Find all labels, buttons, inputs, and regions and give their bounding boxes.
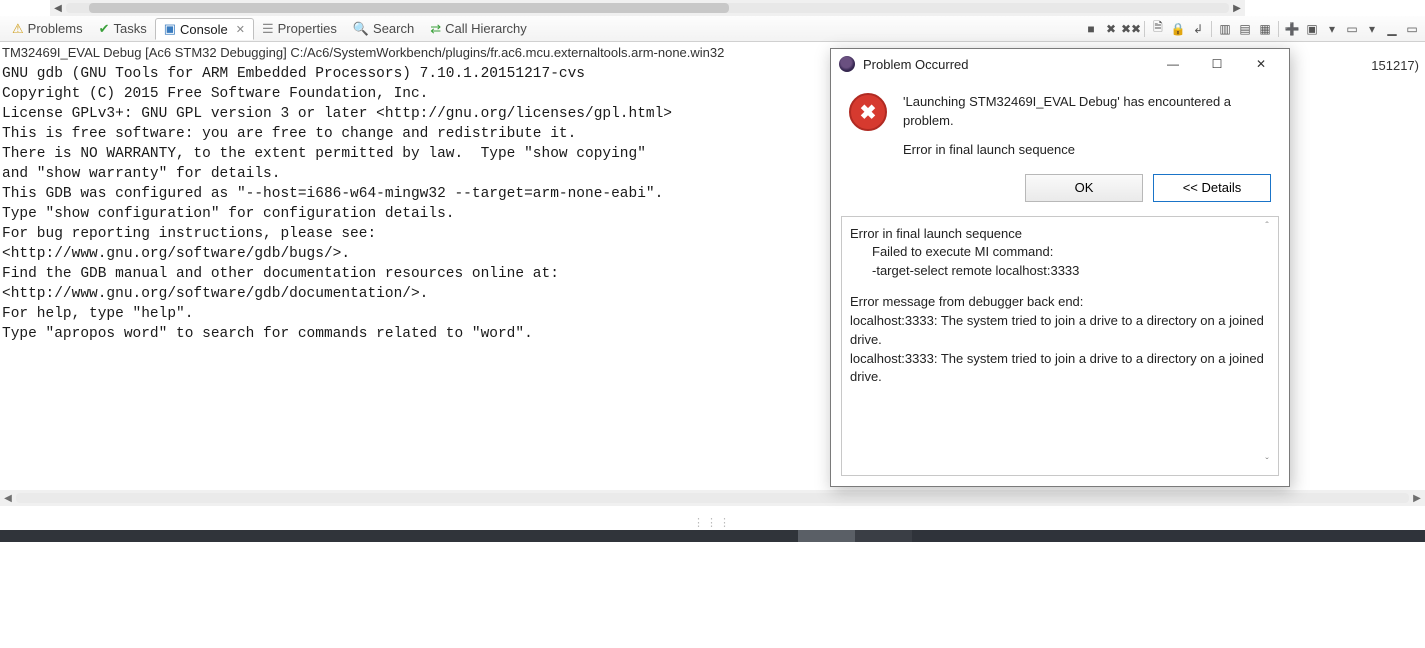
dialog-titlebar[interactable]: Problem Occurred — ☐ ✕: [831, 49, 1289, 79]
remove-all-icon[interactable]: ✖✖: [1122, 20, 1140, 38]
tab-tasks[interactable]: ✔ Tasks: [91, 19, 155, 39]
scroll-thumb[interactable]: [89, 3, 729, 13]
tasks-icon: ✔: [99, 21, 110, 37]
minimize-icon[interactable]: ▁: [1383, 20, 1401, 38]
dialog-message-sub: Error in final launch sequence: [903, 141, 1273, 160]
detail-line: Error in final launch sequence: [850, 225, 1268, 244]
console-toolbar: ■ ✖ ✖✖ 🗎 🔒 ↲ ▥ ▤ ▦ ➕ ▣ ▾ ▭ ▾ ▁ ▭: [1082, 20, 1425, 38]
tab-label: Search: [373, 21, 414, 36]
scroll-right-icon[interactable]: ▶: [1229, 3, 1245, 14]
dialog-message-main: 'Launching STM32469I_EVAL Debug' has enc…: [903, 93, 1273, 131]
dialog-message: 'Launching STM32469I_EVAL Debug' has enc…: [903, 93, 1273, 160]
display-console-icon[interactable]: ▤: [1236, 20, 1254, 38]
tab-label: Tasks: [113, 21, 146, 36]
console-icon: ▣: [164, 21, 176, 37]
scroll-down-icon[interactable]: ˇ: [1260, 457, 1274, 471]
scroll-right-icon[interactable]: ▶: [1409, 493, 1425, 504]
scroll-track[interactable]: [66, 3, 1229, 13]
editor-hscroll[interactable]: ◀ ▶: [50, 0, 1245, 16]
warning-icon: ⚠: [12, 21, 24, 37]
tab-label: Console: [180, 22, 228, 37]
clear-console-icon[interactable]: 🗎: [1149, 20, 1167, 38]
dialog-body: ✖ 'Launching STM32469I_EVAL Debug' has e…: [831, 79, 1289, 168]
scroll-left-icon[interactable]: ◀: [0, 493, 16, 504]
console-dropdown-icon[interactable]: ▣: [1303, 20, 1321, 38]
maximize-icon[interactable]: ▭: [1403, 20, 1421, 38]
terminate-icon[interactable]: ■: [1082, 20, 1100, 38]
tab-console[interactable]: ▣ Console ✕: [155, 18, 254, 40]
view-menu-icon[interactable]: ▭: [1343, 20, 1361, 38]
tab-label: Call Hierarchy: [445, 21, 527, 36]
eclipse-icon: [839, 56, 855, 72]
tab-search[interactable]: 🔍 Search: [345, 19, 422, 39]
detail-line: localhost:3333: The system tried to join…: [850, 312, 1268, 350]
maximize-button[interactable]: ☐: [1195, 50, 1239, 78]
scroll-lock-icon[interactable]: 🔒: [1169, 20, 1187, 38]
console-hscroll[interactable]: ◀ ▶: [0, 490, 1425, 506]
scroll-track[interactable]: [16, 493, 1409, 503]
context-trail: 151217): [1371, 58, 1419, 73]
scroll-up-icon[interactable]: ˆ: [1260, 221, 1274, 235]
remove-launch-icon[interactable]: ✖: [1102, 20, 1120, 38]
pin-console-icon[interactable]: ▥: [1216, 20, 1234, 38]
detail-line: -target-select remote localhost:3333: [850, 262, 1268, 281]
tab-problems[interactable]: ⚠ Problems: [4, 19, 91, 39]
new-console-icon[interactable]: ➕: [1283, 20, 1301, 38]
view-tabbar: ⚠ Problems ✔ Tasks ▣ Console ✕ ☰ Propert…: [0, 16, 1425, 42]
tab-properties[interactable]: ☰ Properties: [254, 19, 345, 39]
sash-handle[interactable]: ⋮⋮⋮: [693, 516, 732, 529]
minimize-button[interactable]: —: [1151, 50, 1195, 78]
tab-call-hierarchy[interactable]: ⇄ Call Hierarchy: [422, 19, 535, 39]
problem-dialog: Problem Occurred — ☐ ✕ ✖ 'Launching STM3…: [830, 48, 1290, 487]
close-button[interactable]: ✕: [1239, 50, 1283, 78]
detail-line: Failed to execute MI command:: [850, 243, 1268, 262]
hierarchy-icon: ⇄: [430, 21, 441, 37]
details-button[interactable]: << Details: [1153, 174, 1271, 202]
dialog-title: Problem Occurred: [863, 57, 1151, 72]
scroll-left-icon[interactable]: ◀: [50, 3, 66, 14]
status-bar: [0, 530, 1425, 542]
ok-button[interactable]: OK: [1025, 174, 1143, 202]
detail-line: Error message from debugger back end:: [850, 293, 1268, 312]
search-icon: 🔍: [353, 21, 369, 37]
dialog-buttons: OK << Details: [831, 168, 1289, 216]
details-pane[interactable]: ˆ Error in final launch sequence Failed …: [841, 216, 1279, 476]
close-icon[interactable]: ✕: [236, 23, 245, 36]
chevron-down-icon[interactable]: ▾: [1363, 20, 1381, 38]
properties-icon: ☰: [262, 21, 274, 37]
tab-label: Properties: [278, 21, 337, 36]
open-console-icon[interactable]: ▦: [1256, 20, 1274, 38]
detail-line: localhost:3333: The system tried to join…: [850, 350, 1268, 388]
tab-label: Problems: [28, 21, 83, 36]
wrap-icon[interactable]: ↲: [1189, 20, 1207, 38]
chevron-down-icon[interactable]: ▾: [1323, 20, 1341, 38]
error-icon: ✖: [849, 93, 887, 131]
